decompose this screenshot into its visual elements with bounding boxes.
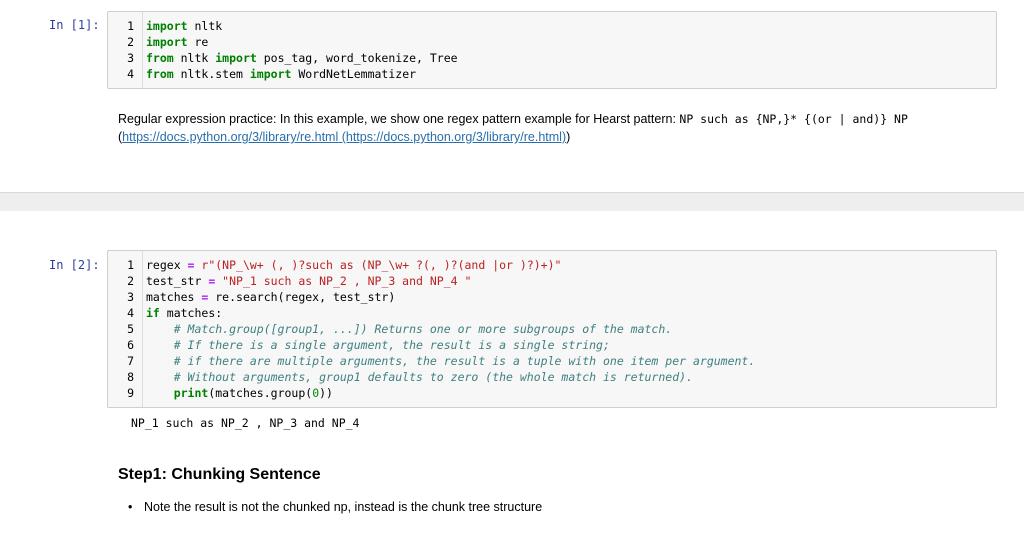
code-text: import re — [146, 34, 208, 50]
code-token: # Without arguments, group1 defaults to … — [173, 370, 693, 384]
code-token: re.search(regex, test_str) — [208, 290, 396, 304]
line-number: 7 — [127, 354, 134, 368]
code-token: (matches.group( — [208, 386, 313, 400]
code-token: regex — [146, 258, 188, 272]
line-number: 1 — [127, 258, 134, 272]
code-token: pos_tag, word_tokenize, Tree — [256, 51, 458, 65]
code-line[interactable]: 5 # Match.group([group1, ...]) Returns o… — [108, 321, 996, 337]
section-heading: Step1: Chunking Sentence — [118, 466, 321, 483]
line-number: 2 — [127, 274, 134, 288]
line-number: 1 — [127, 19, 134, 33]
code-line[interactable]: 1 regex = r"(NP_\w+ (, )?such as (NP_\w+ … — [108, 257, 996, 273]
code-token: import — [146, 19, 188, 33]
code-text: regex = r"(NP_\w+ (, )?such as (NP_\w+ ?… — [146, 257, 561, 273]
code-token: matches: — [159, 306, 223, 320]
close-paren: ) — [566, 130, 571, 144]
code-text: test_str = "NP_1 such as NP_2 , NP_3 and… — [146, 273, 471, 289]
code-text: if matches: — [146, 305, 222, 321]
code-text: # Match.group([group1, ...]) Returns one… — [146, 321, 673, 337]
docs-link[interactable]: https://docs.python.org/3/library/re.htm… — [122, 130, 338, 144]
cell-divider — [0, 192, 1024, 211]
hearst-pattern-code: NP such as {NP,}* {(or | and)} NP — [679, 112, 908, 126]
code-token: import — [215, 51, 257, 65]
code-line[interactable]: 6 # If there is a single argument, the r… — [108, 337, 996, 353]
code-token: # Match.group([group1, ...]) Returns one… — [173, 322, 673, 336]
code-token: test_str — [146, 274, 209, 288]
code-line[interactable]: 2 import re — [108, 34, 996, 50]
code-line[interactable]: 8 # Without arguments, group1 defaults t… — [108, 369, 996, 385]
code-line[interactable]: 2 test_str = "NP_1 such as NP_2 , NP_3 an… — [108, 273, 996, 289]
docs-link-2[interactable]: (https://docs.python.org/3/library/re.ht… — [338, 130, 566, 144]
code-token: if — [146, 306, 160, 320]
line-number: 8 — [127, 370, 134, 384]
code-text: # If there is a single argument, the res… — [146, 337, 610, 353]
code-token: nltk — [173, 51, 216, 65]
code-token: re — [187, 35, 209, 49]
code-text: matches = re.search(regex, test_str) — [146, 289, 395, 305]
code-line[interactable]: 3 from nltk import pos_tag, word_tokenize… — [108, 50, 996, 66]
code-token: )) — [319, 386, 333, 400]
code-line[interactable]: 4 if matches: — [108, 305, 996, 321]
code-token: print — [173, 386, 209, 400]
code-line[interactable]: 9 print(matches.group(0)) — [108, 385, 996, 401]
code-token: nltk — [187, 19, 223, 33]
bullet-list: • Note the result is not the chunked np, … — [128, 500, 542, 514]
bullet-dot: • — [128, 500, 133, 514]
code-line[interactable]: 1 import nltk — [108, 18, 996, 34]
code-text: # Without arguments, group1 defaults to … — [146, 369, 693, 385]
code-token: matches — [146, 290, 202, 304]
markdown-cell-1: Regular expression practice: In this exa… — [118, 110, 998, 146]
code-token: import — [146, 35, 188, 49]
code-token: r"(NP_\w+ (, )?such as (NP_\w+ ?(, )?(an… — [194, 258, 562, 272]
code-token: from — [146, 67, 174, 81]
code-text: import nltk — [146, 18, 222, 34]
code-cell-1[interactable]: 1 import nltk 2 import re 3 from nltk import … — [107, 11, 997, 89]
code-token: # if there are multiple arguments, the r… — [173, 354, 756, 368]
bullet-text: Note the result is not the chunked np, i… — [144, 500, 543, 514]
code-text: print(matches.group(0)) — [146, 385, 333, 401]
code-token: # If there is a single argument, the res… — [173, 338, 610, 352]
line-number: 2 — [127, 35, 134, 49]
code-token: from — [146, 51, 174, 65]
line-number: 3 — [127, 51, 134, 65]
code-text: from nltk import pos_tag, word_tokenize,… — [146, 50, 458, 66]
code-token: nltk.stem — [173, 67, 250, 81]
code-line[interactable]: 3 matches = re.search(regex, test_str) — [108, 289, 996, 305]
line-number: 5 — [127, 322, 134, 336]
link-suffix: (https://docs.python.org/3/library/re.ht… — [338, 130, 571, 144]
line-number: 3 — [127, 290, 134, 304]
line-number: 4 — [127, 306, 134, 320]
markdown-text: Regular expression practice: In this exa… — [118, 112, 680, 126]
code-token: WordNetLemmatizer — [291, 67, 417, 81]
cell2-prompt: In [2]: — [49, 258, 100, 272]
line-number: 6 — [127, 338, 134, 352]
code-token: "NP_1 such as NP_2 , NP_3 and NP_4 " — [215, 274, 472, 288]
line-number: 9 — [127, 386, 134, 400]
code-text: from nltk.stem import WordNetLemmatizer — [146, 66, 416, 82]
cell2-output: NP_1 such as NP_2 , NP_3 and NP_4 — [131, 416, 360, 430]
code-cell-2[interactable]: 1 regex = r"(NP_\w+ (, )?such as (NP_\w+ … — [107, 250, 997, 408]
code-line[interactable]: 4 from nltk.stem import WordNetLemmatizer — [108, 66, 996, 82]
code-text: # if there are multiple arguments, the r… — [146, 353, 756, 369]
code-line[interactable]: 7 # if there are multiple arguments, the… — [108, 353, 996, 369]
line-number: 4 — [127, 67, 134, 81]
code-token: import — [249, 67, 292, 81]
cell1-prompt: In [1]: — [49, 18, 100, 32]
